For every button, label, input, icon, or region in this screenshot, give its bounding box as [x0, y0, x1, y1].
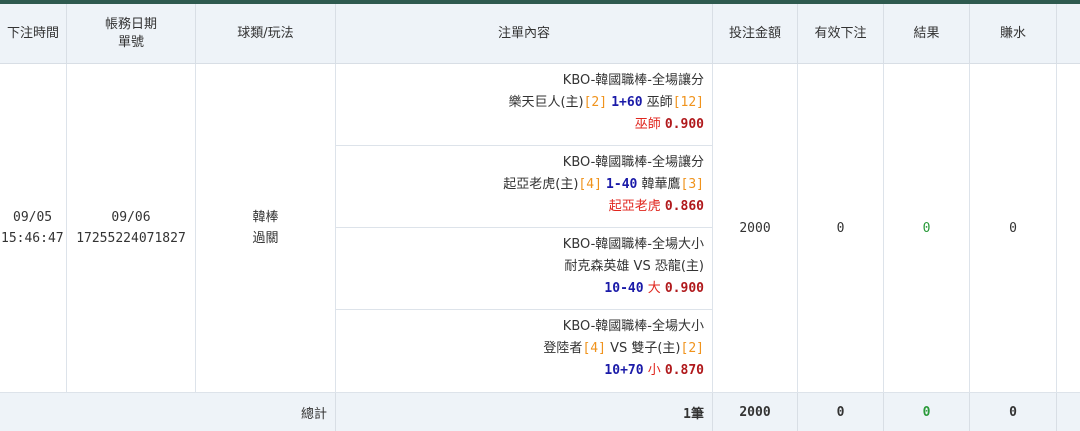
bet-total-line: 10+70 [604, 363, 644, 378]
bet-pick: 巫師 [634, 117, 661, 132]
cell-win-loss: 0 [970, 64, 1057, 393]
cell-extra [1057, 64, 1080, 393]
bet-home-rank: [2] [583, 95, 608, 110]
bet-away-rank: [3] [680, 177, 704, 192]
header-account-date-label: 帳務日期 [104, 16, 157, 32]
bet-vs: VS [633, 259, 651, 274]
header-account-date: 帳務日期 單號 [67, 4, 196, 64]
header-bet-time: 下注時間 [0, 4, 67, 64]
bet-away-rank: [2] [680, 341, 704, 356]
header-result: 結果 [884, 4, 970, 64]
cell-bet-amount: 2000 [713, 64, 798, 393]
bet-away-team: 韓華鷹 [641, 177, 681, 192]
bet-handicap: 1-40 [606, 177, 638, 192]
cell-valid-bet: 0 [798, 64, 884, 393]
bet-pick: 起亞老虎 [608, 199, 661, 214]
bet-league: KBO-韓國職棒-全場大小 [562, 319, 704, 334]
bet-home-team: 樂天巨人(主) [508, 95, 584, 110]
sport-name: 韓棒 [252, 210, 279, 225]
bet-home-rank: [4] [582, 341, 606, 356]
footer-bet-amount-cell: 2000 [713, 393, 798, 431]
bet-home-rank: [4] [578, 177, 602, 192]
header-bet-content: 注單內容 [336, 4, 713, 64]
bet-home-team: 起亞老虎(主) [503, 177, 579, 192]
header-bet-content-label: 注單內容 [497, 25, 550, 41]
header-win-loss: 賺水 [970, 4, 1057, 64]
header-extra [1057, 4, 1080, 64]
cell-account-date: 09/06 17255224071827 [67, 64, 196, 393]
header-valid-bet: 有效下注 [798, 4, 884, 64]
bet-item: KBO-韓國職棒-全場大小 耐克森英雄 VS 恐龍(主) 10-40 大 0.9… [336, 228, 713, 310]
bet-away-rank: [12] [672, 95, 704, 110]
bet-item: KBO-韓國職棒-全場讓分 樂天巨人(主)[2] 1+60 巫師[12] 巫師 … [336, 64, 713, 146]
header-order-no-label: 單號 [117, 34, 144, 50]
bet-home-team: 登陸者 [543, 341, 583, 356]
header-valid-bet-label: 有效下注 [814, 25, 867, 41]
order-no: 17255224071827 [76, 231, 186, 246]
cell-result: 0 [884, 64, 970, 393]
header-bet-time-label: 下注時間 [6, 25, 59, 41]
bet-date: 09/05 [13, 210, 53, 225]
bet-away-team: 巫師 [646, 95, 673, 110]
header-bet-amount-label: 投注金額 [728, 25, 781, 41]
bet-handicap: 1+60 [611, 95, 643, 110]
footer-win-loss-cell: 0 [970, 393, 1057, 431]
valid-bet: 0 [836, 220, 845, 236]
footer-result-cell: 0 [884, 393, 970, 431]
bet-item: KBO-韓國職棒-全場讓分 起亞老虎(主)[4] 1-40 韓華鷹[3] 起亞老… [336, 146, 713, 228]
footer-bet-amount: 2000 [739, 404, 771, 420]
bet-league: KBO-韓國職棒-全場讓分 [562, 73, 704, 88]
footer-valid-bet: 0 [836, 404, 845, 420]
footer-count: 1筆 [683, 406, 704, 422]
bet-league: KBO-韓國職棒-全場大小 [562, 237, 704, 252]
footer-count-cell: 1筆 [336, 393, 713, 431]
footer-total-label-cell: 總計 [0, 393, 336, 431]
bet-odds: 0.870 [664, 363, 704, 378]
footer-result: 0 [922, 404, 931, 420]
bet-away-team: 恐龍(主) [654, 259, 704, 274]
bet-odds: 0.900 [664, 117, 704, 132]
bet-odds: 0.900 [664, 281, 704, 296]
bet-odds: 0.860 [664, 199, 704, 214]
bet-home-team: 耐克森英雄 [564, 259, 630, 274]
header-sport-play: 球類/玩法 [196, 4, 336, 64]
bet-amount: 2000 [739, 220, 771, 236]
bet-time: 15:46:47 [1, 231, 64, 246]
result-value: 0 [922, 220, 931, 236]
header-win-loss-label: 賺水 [999, 25, 1026, 41]
bet-total-line: 10-40 [604, 281, 644, 296]
footer-win-loss: 0 [1009, 404, 1017, 420]
cell-bet-time: 09/05 15:46:47 [0, 64, 67, 393]
footer-valid-bet-cell: 0 [798, 393, 884, 431]
bet-league: KBO-韓國職棒-全場讓分 [562, 155, 704, 170]
header-bet-amount: 投注金額 [713, 4, 798, 64]
bet-vs: VS [610, 341, 628, 356]
bet-away-team: 雙子(主) [631, 341, 681, 356]
footer-extra-cell [1057, 393, 1080, 431]
win-loss-value: 0 [1009, 220, 1017, 236]
bet-pick: 小 [647, 363, 661, 378]
bet-pick: 大 [647, 281, 661, 296]
header-result-label: 結果 [913, 25, 940, 41]
cell-sport-play: 韓棒 過關 [196, 64, 336, 393]
bet-item: KBO-韓國職棒-全場大小 登陸者[4] VS 雙子(主)[2] 10+70 小… [336, 310, 713, 393]
footer-total-label: 總計 [300, 406, 327, 422]
header-sport-play-label: 球類/玩法 [237, 25, 294, 41]
account-date: 09/06 [111, 210, 151, 225]
play-type: 過關 [252, 231, 279, 246]
